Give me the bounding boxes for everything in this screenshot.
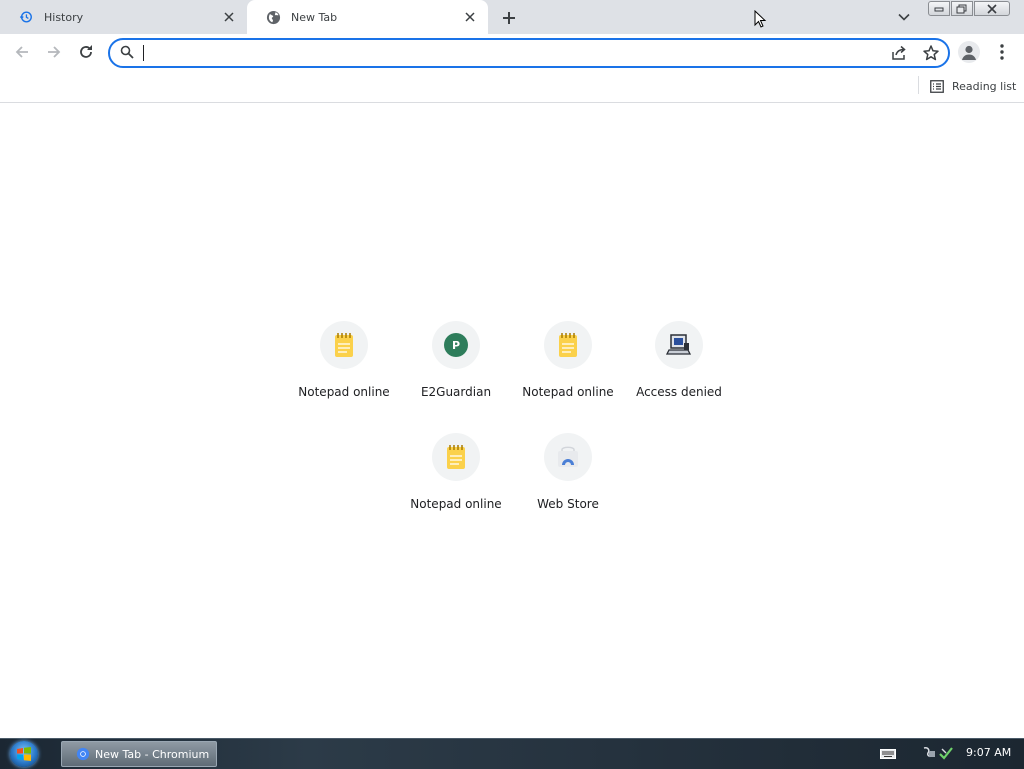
mouse-cursor-icon — [754, 9, 768, 31]
shortcut-tile[interactable]: P E2Guardian — [400, 321, 512, 421]
minimize-button[interactable] — [928, 1, 950, 16]
restore-button[interactable] — [951, 1, 973, 16]
close-window-button[interactable] — [974, 1, 1010, 16]
shortcut-label: Notepad online — [298, 385, 390, 399]
arrow-right-icon — [48, 46, 61, 58]
computer-icon — [666, 334, 692, 355]
reload-button[interactable] — [74, 40, 98, 64]
text-caret — [143, 45, 144, 61]
chevron-down-icon — [898, 13, 910, 21]
toolbar — [0, 34, 1024, 70]
arrow-left-icon — [15, 46, 28, 58]
globe-icon — [265, 9, 281, 25]
notepad-icon — [559, 333, 577, 357]
bookmarks-bar: Reading list — [0, 70, 1024, 103]
tab-strip: History New Tab — [0, 0, 1024, 34]
browser-menu-button[interactable] — [994, 42, 1010, 62]
windows-logo-icon — [17, 747, 31, 761]
tab-new-tab[interactable]: New Tab — [247, 0, 488, 34]
close-tab-icon[interactable] — [221, 9, 237, 25]
shortcut-tile[interactable]: Notepad online — [400, 433, 512, 533]
back-button[interactable] — [10, 40, 34, 64]
tile-letter: P — [451, 339, 461, 352]
shortcut-label: E2Guardian — [420, 385, 492, 399]
taskbar-item-chromium[interactable]: New Tab - Chromium — [61, 741, 217, 767]
shortcut-tile[interactable]: Notepad online — [512, 321, 624, 421]
keyboard-icon[interactable] — [880, 748, 896, 762]
bookmark-star-icon[interactable] — [922, 44, 940, 65]
close-icon — [987, 3, 997, 14]
shortcut-label: Notepad online — [522, 385, 614, 399]
shortcut-icon-circle — [544, 321, 592, 369]
person-icon — [962, 45, 976, 60]
shortcut-tile[interactable]: Web Store — [512, 433, 624, 533]
minimize-icon — [934, 7, 944, 11]
reading-list-label: Reading list — [952, 79, 1017, 93]
tab-history[interactable]: History — [0, 0, 247, 34]
address-input[interactable] — [142, 43, 866, 65]
taskbar-item-label: New Tab - Chromium — [95, 747, 210, 761]
taskbar: New Tab - Chromium 9:07 AM — [0, 738, 1024, 769]
restore-icon — [956, 4, 967, 13]
search-icon — [120, 45, 134, 62]
new-tab-page: Notepad online P E2Guardian Notepad onli… — [0, 103, 1024, 738]
shortcut-label: Web Store — [537, 497, 599, 511]
shortcut-icon-circle: P — [432, 321, 480, 369]
shortcut-tile[interactable]: Access denied — [623, 321, 735, 421]
network-icon[interactable] — [922, 745, 956, 764]
history-icon — [18, 9, 34, 25]
shortcut-label: Notepad online — [410, 497, 502, 511]
notepad-icon — [447, 445, 465, 469]
forward-button[interactable] — [42, 40, 66, 64]
taskbar-clock[interactable]: 9:07 AM — [966, 746, 1011, 759]
tab-title: History — [44, 10, 84, 24]
reading-list-button[interactable]: Reading list — [930, 76, 1016, 96]
shortcut-label: Access denied — [636, 385, 722, 399]
omnibox[interactable] — [108, 38, 950, 68]
more-vert-icon — [1000, 44, 1004, 60]
new-tab-button[interactable] — [498, 7, 520, 29]
bookmarks-divider — [918, 76, 919, 94]
close-tab-icon[interactable] — [462, 9, 478, 25]
web-store-icon — [558, 446, 578, 467]
tab-search-button[interactable] — [894, 8, 914, 26]
reading-list-icon — [930, 79, 944, 93]
share-icon[interactable] — [890, 44, 908, 65]
shortcut-tile[interactable]: Notepad online — [288, 321, 400, 421]
profile-avatar-button[interactable] — [958, 41, 980, 63]
plus-icon — [503, 12, 515, 24]
shortcut-icon-circle — [655, 321, 703, 369]
shortcut-icon-circle — [320, 321, 368, 369]
tab-title: New Tab — [291, 10, 338, 24]
reload-icon — [80, 45, 92, 58]
shortcut-icon-circle — [544, 433, 592, 481]
shortcut-icon-circle — [432, 433, 480, 481]
start-button[interactable] — [10, 741, 38, 767]
notepad-icon — [335, 333, 353, 357]
chromium-icon — [76, 747, 90, 761]
